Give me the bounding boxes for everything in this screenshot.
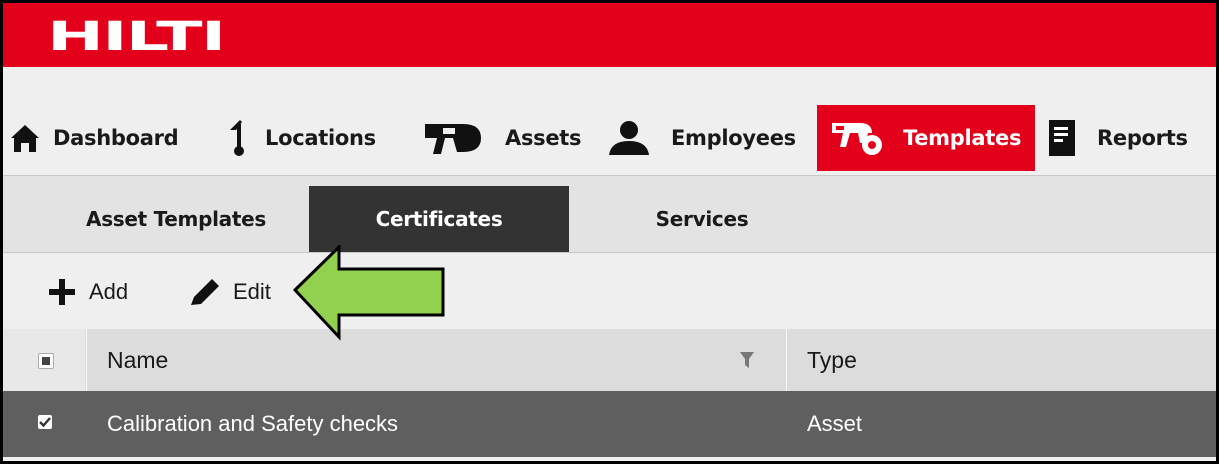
template-gear-icon — [827, 117, 889, 159]
nav-item-dashboard[interactable]: Dashboard — [7, 105, 215, 171]
toolbar: Add Edit e — [3, 253, 1216, 329]
document-icon — [1045, 118, 1079, 158]
location-pin-icon — [217, 118, 257, 158]
table-row[interactable]: Calibration and Safety checks Asset — [3, 391, 1216, 457]
nav-label: Locations — [265, 126, 376, 150]
nav-item-locations[interactable]: Locations — [217, 105, 407, 171]
nav-label: Employees — [671, 126, 796, 150]
main-nav: Dashboard Locations Assets Employees Tem… — [3, 67, 1216, 176]
nav-label: Templates — [903, 126, 1022, 150]
nav-item-reports[interactable]: Reports — [1045, 105, 1215, 171]
select-all-cell — [3, 329, 85, 391]
column-header-type[interactable]: Type — [807, 329, 857, 391]
template-subtabs: Asset Templates Certificates Services — [3, 176, 1216, 253]
nav-label: Reports — [1097, 126, 1188, 150]
tab-asset-templates[interactable]: Asset Templates — [43, 186, 309, 252]
column-divider — [786, 329, 787, 391]
nav-label: Assets — [505, 126, 582, 150]
user-icon — [607, 119, 651, 157]
indeterminate-mark-icon — [42, 357, 50, 365]
nav-item-templates[interactable]: Templates — [817, 105, 1035, 171]
cell-name: Calibration and Safety checks — [107, 411, 399, 436]
tab-services[interactable]: Services — [569, 186, 835, 252]
grid-header: Name Type — [3, 329, 1216, 391]
nav-label: Dashboard — [53, 126, 179, 150]
pencil-icon — [187, 277, 221, 307]
tab-certificates[interactable]: Certificates — [309, 186, 569, 252]
next-row-strip — [3, 457, 1216, 461]
nav-item-assets[interactable]: Assets — [423, 105, 591, 171]
column-header-name[interactable]: Name — [107, 329, 168, 391]
annotation-arrow-icon — [293, 245, 445, 341]
cell-type: Asset — [807, 411, 863, 436]
row-checkbox[interactable] — [38, 415, 52, 429]
select-all-checkbox[interactable] — [38, 353, 54, 369]
nav-item-employees[interactable]: Employees — [607, 105, 811, 171]
add-button[interactable]: Add — [47, 275, 128, 309]
checkmark-icon — [39, 417, 51, 428]
edit-label: Edit — [233, 279, 271, 304]
column-divider — [86, 329, 87, 391]
plus-icon — [47, 277, 77, 307]
brand-header: HILTI — [3, 3, 1216, 67]
edit-button[interactable]: Edit — [187, 275, 271, 309]
drill-icon — [423, 120, 489, 156]
home-icon — [7, 122, 43, 154]
filter-icon[interactable] — [739, 351, 755, 374]
hilti-logo: HILTI — [47, 14, 226, 60]
app-window: HILTI Dashboard Locations Assets Employe… — [0, 0, 1219, 464]
add-label: Add — [89, 279, 129, 304]
